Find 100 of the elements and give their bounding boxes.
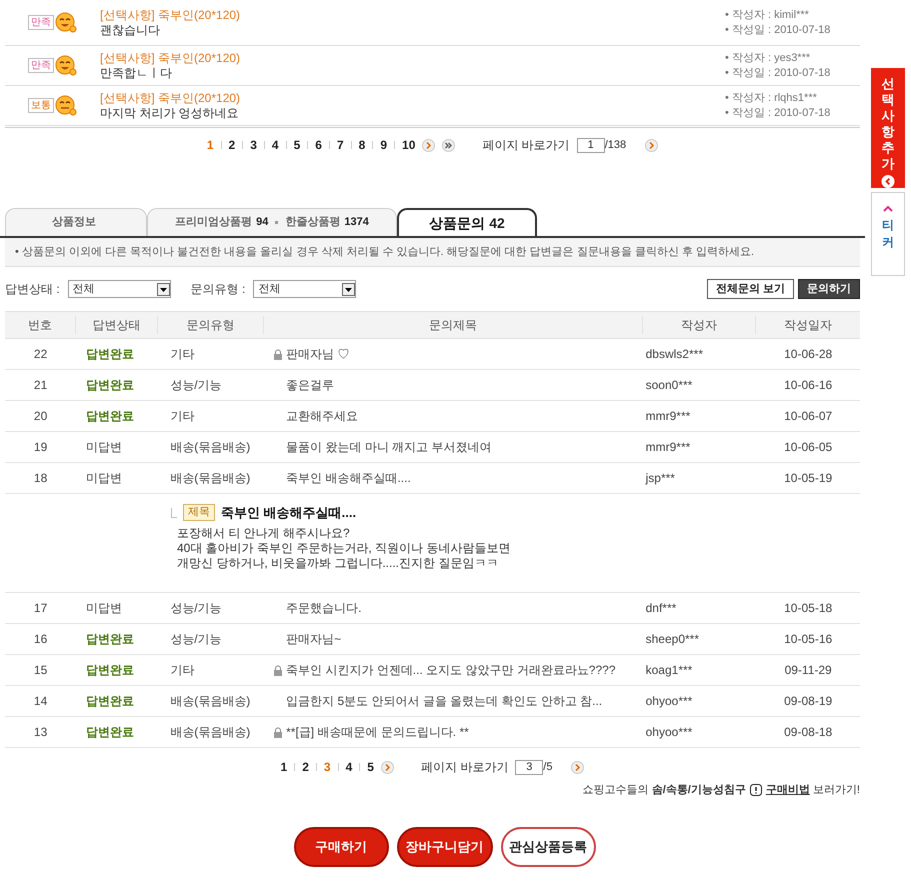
page-link[interactable]: 2 (302, 758, 309, 776)
question-title[interactable]: 판매자님~ (286, 630, 342, 648)
filter-select[interactable]: 전체 (253, 280, 356, 298)
filter-label: 문의유형 : (190, 281, 246, 298)
column-header: 답변상태 (76, 316, 158, 334)
answer-status: 미답변 (86, 471, 122, 485)
page-input[interactable]: 3 (515, 760, 544, 774)
table-cell-text: 배송(묶음배송) (169, 439, 252, 456)
question-title[interactable]: **[급] 배송때문에 문의드립니다. ** (286, 723, 469, 741)
jump-label: 페이지 바로가기 (482, 137, 570, 154)
double-arrow-icon[interactable] (442, 138, 456, 152)
question-title[interactable]: 판매자님 ♡ (286, 345, 350, 363)
page-link[interactable]: 8 (358, 136, 366, 154)
review-text: 만족합ㄴㅣ다 (100, 66, 173, 80)
purchase-button[interactable]: 구매하기 (294, 826, 388, 866)
table-cell-text: 09-08-19 (783, 693, 834, 710)
smiley-icon (55, 54, 77, 76)
tab[interactable]: 상품문의 42 (397, 208, 537, 236)
page-link[interactable]: 5 (367, 758, 374, 776)
table-cell-text: 성능/기능 (169, 377, 223, 394)
subject-tag: 제목 (183, 504, 215, 522)
page-link[interactable]: 5 (294, 136, 300, 154)
review-option: [선택사항] 죽부인(20*120) (100, 50, 725, 66)
question-title[interactable]: 입금한지 5분도 안되어서 글을 올렸는데 확인도 안하고 참... (286, 692, 602, 710)
review-option: [선택사항] 죽부인(20*120) (100, 90, 725, 106)
column-header: 문의제목 (264, 316, 643, 334)
smiley-icon (55, 94, 77, 116)
table-cell-text: koag1*** (644, 662, 694, 679)
table-cell-text: 배송(묶음배송) (169, 693, 252, 710)
side-tab[interactable]: 선택사항추가 (871, 68, 905, 188)
page-link[interactable]: 10 (402, 136, 416, 154)
column-header: 작성자 (642, 316, 756, 334)
question-subject: 죽부인 배송해주실때.... (221, 504, 356, 522)
tab[interactable]: 프리미엄상품평 94 한줄상품평 1374 (147, 208, 397, 236)
jump-label: 페이지 바로가기 (420, 759, 508, 776)
table-cell-text: ohyoo*** (644, 724, 694, 741)
answer-status: 답변완료 (86, 378, 134, 392)
answer-status: 답변완료 (86, 347, 134, 361)
table-cell-text: 13 (32, 724, 48, 741)
page-link[interactable]: 3 (250, 136, 257, 154)
table-cell-text: 기타 (169, 346, 196, 363)
page-input[interactable]: 1 (576, 138, 605, 152)
side-tab[interactable]: 티커 (871, 192, 905, 276)
column-header: 번호 (5, 316, 76, 334)
answer-status: 답변완료 (86, 663, 134, 677)
tip-link[interactable]: 구매비법 (766, 782, 810, 798)
question-title[interactable]: 죽부인 배송해주실때.... (286, 469, 411, 487)
table-cell-text: mmr9*** (644, 408, 692, 425)
tip-text: 쇼핑고수들의 솜/속통/기능성침구 (582, 783, 746, 798)
table-cell-text: 10-05-19 (783, 470, 834, 487)
question-title[interactable]: 죽부인 시킨지가 언젠데... 오지도 않았구만 거래완료라뇨???? (286, 661, 616, 679)
table-cell-text: 10-06-28 (783, 346, 834, 363)
table-cell-text: 10-06-16 (783, 377, 834, 394)
review-author: • 작성자 : yes3*** (725, 50, 812, 66)
tip-suffix: 보러가기! (812, 783, 860, 798)
page-link[interactable]: 4 (272, 136, 279, 154)
page-link[interactable]: 4 (346, 758, 352, 776)
tree-line-icon (171, 508, 177, 518)
question-body-line: 개망신 당하거나, 비웃을까봐 그럽니다.....진지한 질문임ㅋㅋ (177, 556, 500, 570)
page-total: /5 (543, 760, 552, 775)
filter-select[interactable]: 전체 (68, 280, 171, 298)
question-title[interactable]: 물품이 왔는데 마니 깨지고 부서졌네여 (286, 438, 492, 456)
rating-label: 만족 (28, 58, 54, 73)
review-text: 괜찮습니다 (100, 22, 161, 38)
answer-status: 답변완료 (86, 632, 134, 646)
table-cell-text: 배송(묶음배송) (169, 724, 252, 741)
page-link[interactable]: 9 (380, 136, 388, 154)
table-cell-text: 기타 (169, 662, 196, 679)
action-button[interactable]: 전체문의 보기 (706, 279, 794, 299)
table-cell-text: jsp*** (644, 470, 676, 487)
table-cell-text: 09-11-29 (784, 662, 833, 679)
page-link[interactable]: 7 (336, 136, 344, 154)
table-cell-text: 22 (32, 346, 48, 363)
table-cell-text: 16 (32, 631, 48, 648)
table-cell-text: ohyoo*** (644, 693, 694, 710)
page-link[interactable]: 1 (280, 758, 288, 776)
purchase-button[interactable]: 장바구니담기 (396, 826, 492, 866)
question-title[interactable]: 교환해주세요 (286, 407, 358, 425)
purchase-button[interactable]: 관심상품등록 (500, 826, 596, 866)
action-button[interactable]: 문의하기 (798, 279, 860, 299)
table-cell-text: 09-08-18 (783, 724, 834, 741)
table-cell-text: dnf*** (644, 600, 678, 617)
question-title[interactable]: 주문했습니다. (286, 599, 362, 617)
table-cell-text: dbswls2*** (644, 346, 704, 363)
table-cell-text: 성능/기능 (169, 631, 223, 648)
page-link[interactable]: 2 (228, 136, 236, 154)
filter-label: 답변상태 : (5, 281, 60, 298)
dropdown-icon (342, 282, 356, 296)
table-cell-text: 15 (32, 662, 48, 679)
table-cell-text: 10-05-16 (783, 631, 834, 648)
tab[interactable]: 상품정보 (5, 208, 147, 236)
review-date: • 작성일 : 2010-07-18 (725, 22, 832, 38)
review-option: [선택사항] 죽부인(20*120) (100, 8, 725, 22)
table-cell-text: 18 (32, 470, 48, 487)
answer-status: 미답변 (86, 601, 122, 615)
table-cell-text: sheep0*** (644, 631, 700, 648)
question-title[interactable]: 좋은걸루 (286, 376, 334, 394)
rating-label: 보통 (28, 98, 54, 113)
page-link[interactable]: 6 (315, 136, 322, 154)
table-cell-text: mmr9*** (644, 439, 692, 456)
